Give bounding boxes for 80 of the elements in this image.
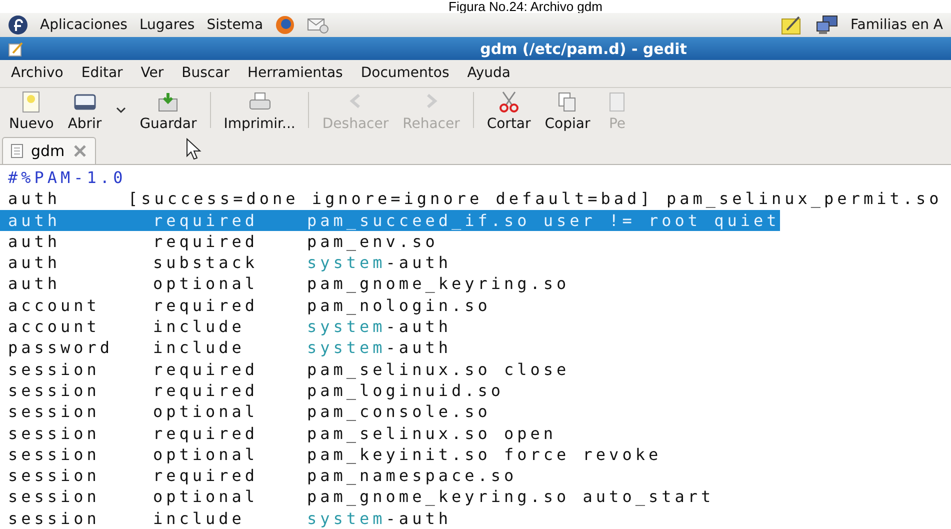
toolbar-button[interactable]: Guardar — [132, 90, 204, 132]
code-text: auth — [8, 230, 62, 252]
toolbar-button[interactable]: Abrir — [60, 90, 109, 132]
code-text: include — [153, 316, 246, 338]
panel-menu[interactable]: Lugares — [139, 17, 195, 34]
code-text: include — [153, 508, 246, 529]
code-text: session — [8, 465, 101, 486]
text-editor-icon — [8, 40, 24, 57]
code-text: system-auth — [307, 337, 452, 359]
menu-item[interactable]: Documentos — [352, 65, 458, 82]
code-text: session — [8, 380, 101, 402]
menu-item[interactable]: Archivo — [2, 65, 72, 82]
code-text: session — [8, 422, 101, 444]
toolbar-button[interactable]: Copiar — [538, 90, 598, 132]
document-tab[interactable]: gdm — [2, 136, 96, 164]
code-text: optional — [153, 273, 260, 295]
code-text: [success=done ignore=ignore default=bad] — [128, 188, 654, 210]
code-text: pam_gnome_keyring.so — [307, 273, 570, 295]
code-text: account — [8, 316, 101, 338]
browser-icon[interactable] — [275, 15, 296, 36]
code-text: required — [153, 210, 260, 231]
panel-label: Familias en A — [850, 17, 943, 34]
code-text: session — [8, 508, 101, 529]
menu-item[interactable]: Ver — [132, 65, 173, 82]
code-text: pam_selinux.so open — [307, 422, 557, 444]
code-text: auth — [8, 273, 62, 295]
code-text: system-auth — [307, 252, 452, 274]
code-text: required — [153, 294, 260, 316]
code-text: required — [153, 380, 260, 402]
code-text: auth — [8, 210, 62, 231]
code-text: session — [8, 444, 101, 466]
caret-icon — [114, 106, 127, 114]
code-text: pam_namespace.so — [307, 465, 518, 486]
code-text: system-auth — [307, 316, 452, 338]
code-text: pam_nologin.so — [307, 294, 491, 316]
code-text: substack — [153, 252, 260, 274]
code-text: pam_selinux.so close — [307, 358, 570, 380]
toolbar-button[interactable]: Nuevo — [2, 90, 61, 132]
toolbar-button[interactable]: Cortar — [480, 90, 538, 132]
network-icon[interactable] — [814, 15, 838, 36]
code-text: optional — [153, 444, 260, 466]
close-icon[interactable] — [72, 144, 87, 157]
panel-menu[interactable]: Sistema — [206, 17, 264, 34]
window-title: gdm (/etc/pam.d) - gedit — [479, 40, 688, 58]
code-text: include — [153, 337, 246, 359]
mail-icon[interactable] — [307, 16, 330, 34]
code-text: pam_succeed_if.so user != root quiet — [307, 210, 780, 231]
toolbar-button[interactable]: Imprimir... — [216, 90, 302, 132]
code-text: pam_selinux_permit.so — [666, 188, 942, 210]
code-text: session — [8, 486, 101, 508]
menu-item[interactable]: Editar — [72, 65, 132, 82]
figure-caption: Figura No.24: Archivo gdm — [448, 0, 602, 13]
code-text: auth — [8, 188, 62, 210]
code-text: optional — [153, 486, 260, 508]
menu-item[interactable]: Ayuda — [458, 65, 520, 82]
document-icon — [11, 144, 23, 158]
code-text: pam_loginuid.so — [307, 380, 504, 402]
code-text: session — [8, 358, 101, 380]
code-text: pam_keyinit.so force revoke — [307, 444, 662, 466]
logo-icon — [8, 15, 28, 36]
menu-item[interactable]: Herramientas — [238, 65, 352, 82]
panel-menu[interactable]: Aplicaciones — [40, 17, 128, 34]
code-text: auth — [8, 252, 62, 274]
code-text: required — [153, 465, 260, 486]
code-comment: #%PAM-1.0 — [8, 166, 126, 188]
code-text: required — [153, 422, 260, 444]
tab-label: gdm — [31, 142, 65, 160]
code-text: pam_env.so — [307, 230, 438, 252]
code-text: system-auth — [307, 508, 452, 529]
notes-icon[interactable] — [780, 15, 802, 36]
code-text: password — [8, 337, 114, 359]
code-text: required — [153, 358, 260, 380]
code-text: pam_console.so — [307, 401, 491, 423]
mouse-pointer-icon — [186, 138, 202, 160]
code-text: account — [8, 294, 101, 316]
code-text: optional — [153, 401, 260, 423]
menu-item[interactable]: Buscar — [172, 65, 238, 82]
code-text: required — [153, 230, 260, 252]
code-text: pam_gnome_keyring.so auto_start — [307, 486, 714, 508]
code-text: session — [8, 401, 101, 423]
